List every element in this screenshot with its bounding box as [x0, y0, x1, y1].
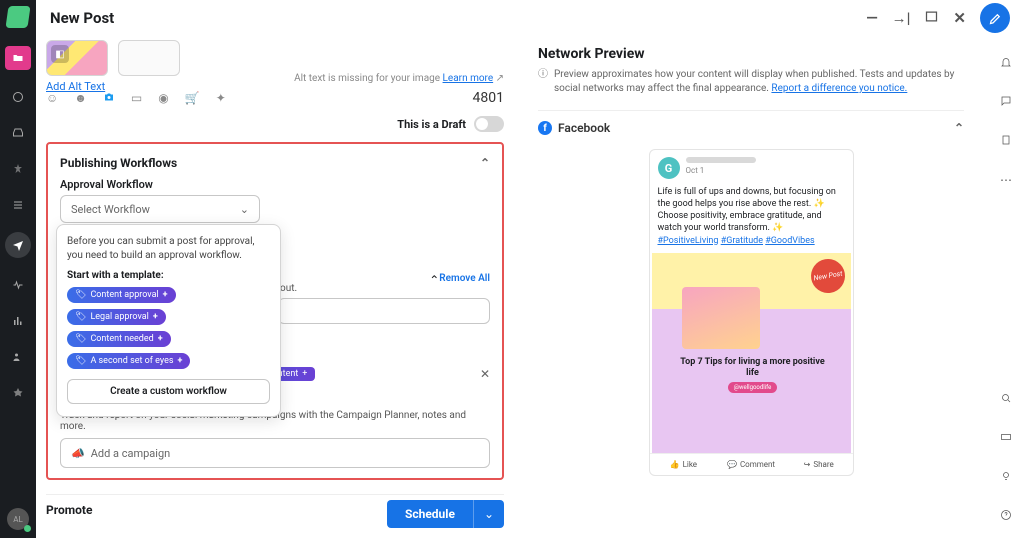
- report-difference-link[interactable]: Report a difference you notice.: [771, 83, 907, 94]
- schedule-button[interactable]: Schedule: [387, 500, 473, 528]
- workflow-select[interactable]: Select Workflow⌄: [60, 195, 260, 223]
- preview-handle: @wellgoodlife: [728, 382, 778, 393]
- preview-photo: [682, 287, 760, 349]
- compose-fab[interactable]: [980, 3, 1010, 33]
- nav-folder-icon[interactable]: [5, 46, 31, 70]
- media-overlay-icon: ◧: [51, 45, 69, 63]
- chat-icon[interactable]: [1000, 95, 1012, 110]
- learn-more-link[interactable]: Learn more: [443, 73, 494, 84]
- nav-inbox-icon[interactable]: [9, 124, 27, 142]
- create-workflow-button[interactable]: Create a custom workflow: [67, 379, 270, 404]
- megaphone-icon: 📣: [71, 447, 85, 460]
- gallery-icon[interactable]: ▭: [131, 91, 142, 105]
- facebook-icon: f: [538, 121, 552, 135]
- hashtag-link[interactable]: #GoodVibes: [765, 236, 814, 246]
- chevron-up-icon[interactable]: ⌃: [480, 156, 490, 170]
- char-count: 4801: [473, 90, 504, 106]
- truncated-text: out.: [280, 283, 490, 294]
- page-title: New Post: [50, 9, 114, 27]
- preview-note: Preview approximates how your content wi…: [554, 68, 964, 96]
- draft-toggle[interactable]: [474, 116, 504, 132]
- preview-caption: Top 7 Tips for living a more positive li…: [678, 357, 828, 379]
- alt-warning: Alt text is missing for your image Learn…: [46, 73, 504, 84]
- chevron-up-icon[interactable]: ⌃: [954, 121, 964, 135]
- more-icon[interactable]: ⋯: [1000, 173, 1012, 187]
- nav-pulse-icon[interactable]: [9, 276, 27, 294]
- emoji-icon[interactable]: ☺: [46, 91, 58, 105]
- section-chevron[interactable]: ⌃: [429, 273, 439, 287]
- nav-people-icon[interactable]: [9, 348, 27, 366]
- template-chip[interactable]: 🏷 Content approval +: [67, 287, 176, 303]
- location-icon[interactable]: ◉: [158, 91, 168, 105]
- schedule-dropdown[interactable]: ⌄: [473, 500, 504, 528]
- nav-send-icon[interactable]: [5, 232, 31, 258]
- promote-title: Promote: [46, 503, 92, 517]
- search-icon[interactable]: [1000, 392, 1012, 407]
- bookmark-icon[interactable]: [1000, 134, 1012, 149]
- preview-avatar: G: [658, 157, 680, 179]
- add-campaign-input[interactable]: 📣Add a campaign: [60, 438, 490, 468]
- keyboard-icon[interactable]: [1000, 431, 1012, 446]
- window-icon[interactable]: [924, 9, 939, 28]
- approval-label: Approval Workflow: [60, 178, 490, 191]
- template-chip[interactable]: 🏷 Legal approval +: [67, 309, 166, 325]
- workflow-popover: Before you can submit a post for approva…: [56, 224, 281, 417]
- preview-image: New Post Top 7 Tips for living a more po…: [652, 253, 851, 453]
- nav-compass-icon[interactable]: [9, 88, 27, 106]
- preview-date: Oct 1: [686, 166, 756, 175]
- preview-title: Network Preview: [538, 46, 964, 62]
- template-chip[interactable]: 🏷 A second set of eyes +: [67, 353, 190, 369]
- draft-label: This is a Draft: [397, 118, 466, 131]
- app-logo[interactable]: [5, 6, 30, 28]
- new-post-badge: New Post: [808, 256, 847, 295]
- info-icon: ⓘ: [538, 68, 548, 96]
- like-button[interactable]: 👍 Like: [650, 454, 718, 475]
- nav-list-icon[interactable]: [9, 196, 27, 214]
- close-icon[interactable]: ✕: [953, 9, 966, 27]
- facebook-preview: G Oct 1 Life is full of ups and downs, b…: [649, 149, 854, 476]
- hashtag-link[interactable]: #Gratitude: [721, 236, 763, 246]
- template-chip[interactable]: 🏷 Content needed +: [67, 331, 171, 347]
- hashtag-link[interactable]: #PositiveLiving: [658, 236, 719, 246]
- workflows-title: Publishing Workflows: [60, 156, 177, 170]
- chevron-down-icon: ⌄: [240, 203, 249, 216]
- cart-icon[interactable]: 🛒: [185, 91, 200, 105]
- media-add-slot[interactable]: [118, 40, 180, 76]
- sparkle-icon[interactable]: ✦: [216, 91, 226, 105]
- user-avatar[interactable]: AL: [7, 508, 29, 530]
- clear-tags-icon[interactable]: ✕: [480, 367, 490, 381]
- collapse-icon[interactable]: →|: [892, 9, 911, 27]
- comment-button[interactable]: 💬 Comment: [717, 454, 785, 475]
- share-button[interactable]: ↪ Share: [785, 454, 853, 475]
- camera-icon[interactable]: [103, 91, 115, 106]
- nav-pin-icon[interactable]: [9, 160, 27, 178]
- network-name: Facebook: [558, 121, 610, 135]
- popover-text: Before you can submit a post for approva…: [67, 235, 270, 262]
- empty-input[interactable]: [278, 298, 490, 324]
- nav-puzzle-icon[interactable]: [9, 384, 27, 402]
- bell-icon[interactable]: [1000, 56, 1012, 71]
- help-icon[interactable]: [1000, 509, 1012, 524]
- bulb-icon[interactable]: [1000, 470, 1012, 485]
- preview-body: Life is full of ups and downs, but focus…: [658, 187, 836, 233]
- preview-name-placeholder: [686, 157, 756, 163]
- template-label: Start with a template:: [67, 270, 270, 281]
- nav-bars-icon[interactable]: [9, 312, 27, 330]
- media-thumbnail[interactable]: ◧: [46, 40, 108, 76]
- minimize-icon[interactable]: —: [866, 9, 877, 27]
- reaction-icon[interactable]: ☻: [74, 91, 87, 105]
- remove-all-link[interactable]: Remove All: [439, 273, 490, 284]
